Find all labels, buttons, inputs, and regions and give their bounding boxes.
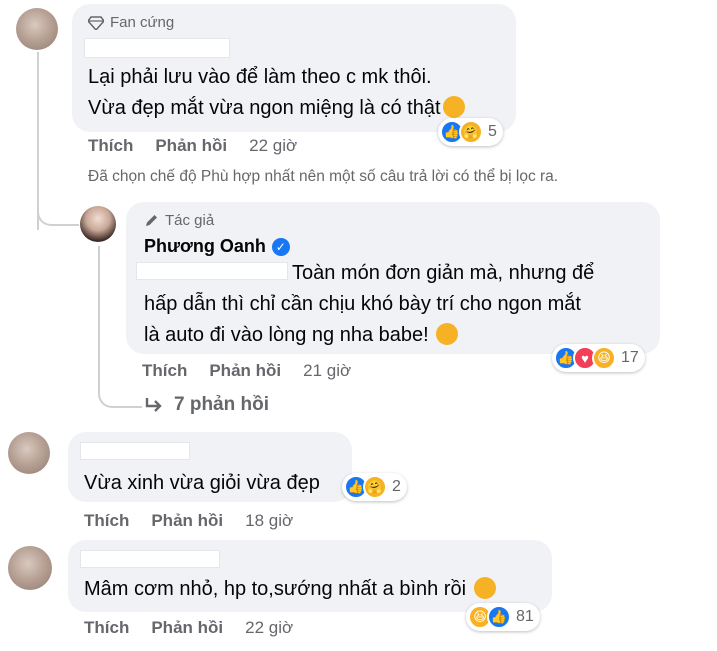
reply-button[interactable]: Phản hồi: [151, 511, 223, 531]
like-button[interactable]: Thích: [84, 511, 129, 531]
view-more-replies-button[interactable]: 7 phản hồi: [144, 394, 269, 416]
redacted-name: [84, 38, 230, 58]
author-name-text: Phương Oanh: [144, 236, 266, 256]
author-avatar[interactable]: [80, 206, 116, 242]
like-button[interactable]: Thích: [84, 618, 129, 638]
like-button[interactable]: Thích: [88, 136, 133, 156]
tears-of-joy-emoji: [473, 577, 496, 599]
comment-actions: Thích Phản hồi 22 giờ: [88, 136, 297, 156]
comment-actions: Thích Phản hồi 18 giờ: [84, 511, 293, 531]
comment-text-line: Vừa xinh vừa giỏi vừa đẹp: [84, 472, 320, 494]
badge-label: Fan cứng: [110, 14, 175, 31]
author-badge[interactable]: Tác giả: [144, 212, 214, 229]
reply-actions: Thích Phản hồi 21 giờ: [142, 361, 351, 381]
reply-text-line: hấp dẫn thì chỉ cần chịu khó bày trí cho…: [144, 293, 581, 315]
reaction-count: 2: [392, 478, 401, 495]
author-name[interactable]: Phương Oanh ✓: [144, 236, 290, 257]
like-icon: 👍: [487, 605, 511, 629]
reply-button[interactable]: Phản hồi: [155, 136, 227, 156]
redacted-mention: [136, 262, 288, 280]
redacted-name: [80, 550, 220, 568]
timestamp[interactable]: 21 giờ: [303, 361, 351, 381]
timestamp[interactable]: 22 giờ: [249, 136, 297, 156]
care-icon: 🤗: [363, 475, 387, 499]
badge-label: Tác giả: [165, 212, 215, 229]
haha-icon: 😆: [592, 346, 616, 370]
reaction-count: 17: [621, 349, 639, 366]
timestamp[interactable]: 22 giờ: [245, 618, 293, 638]
comment-text-line: Mâm cơm nhỏ, hp to,sướng nhất a bình rồi: [84, 574, 496, 605]
reply-arrow-icon: [145, 398, 162, 412]
avatar[interactable]: [8, 432, 50, 474]
comment-text-line: Vừa đẹp mắt vừa ngon miệng là có thật: [88, 93, 465, 124]
reply-button[interactable]: Phản hồi: [151, 618, 223, 638]
reaction-count: 81: [516, 608, 534, 625]
filter-note: Đã chọn chế độ Phù hợp nhất nên một số c…: [88, 168, 559, 185]
redacted-name: [80, 442, 190, 460]
comment-text-line: Lại phải lưu vào để làm theo c mk thôi.: [88, 66, 432, 88]
pencil-icon: [146, 215, 157, 226]
avatar[interactable]: [8, 546, 52, 590]
verified-icon: ✓: [271, 237, 290, 256]
smiling-hearts-emoji: [442, 96, 465, 118]
timestamp[interactable]: 18 giờ: [245, 511, 293, 531]
more-replies-label: 7 phản hồi: [174, 394, 269, 415]
avatar[interactable]: [16, 8, 58, 50]
comment-actions: Thích Phản hồi 22 giờ: [84, 618, 293, 638]
fan-badge[interactable]: Fan cứng: [88, 14, 174, 31]
reaction-count: 5: [488, 123, 497, 140]
reaction-summary[interactable]: 👍 🤗 5: [438, 118, 503, 146]
reaction-summary[interactable]: 👍 ♥ 😆 17: [552, 344, 645, 372]
wink-emoji: [436, 323, 459, 345]
reply-text-line: là auto đi vào lòng ng nha babe!: [144, 320, 459, 351]
reaction-summary[interactable]: 👍 🤗 2: [342, 473, 407, 501]
reply-button[interactable]: Phản hồi: [209, 361, 281, 381]
like-button[interactable]: Thích: [142, 361, 187, 381]
thread-connector: [37, 196, 79, 226]
diamond-icon: [88, 15, 104, 30]
reaction-summary[interactable]: 😆 👍 81: [466, 603, 540, 631]
reply-text-line: Toàn món đơn giản mà, nhưng để: [292, 262, 595, 284]
care-icon: 🤗: [459, 120, 483, 144]
